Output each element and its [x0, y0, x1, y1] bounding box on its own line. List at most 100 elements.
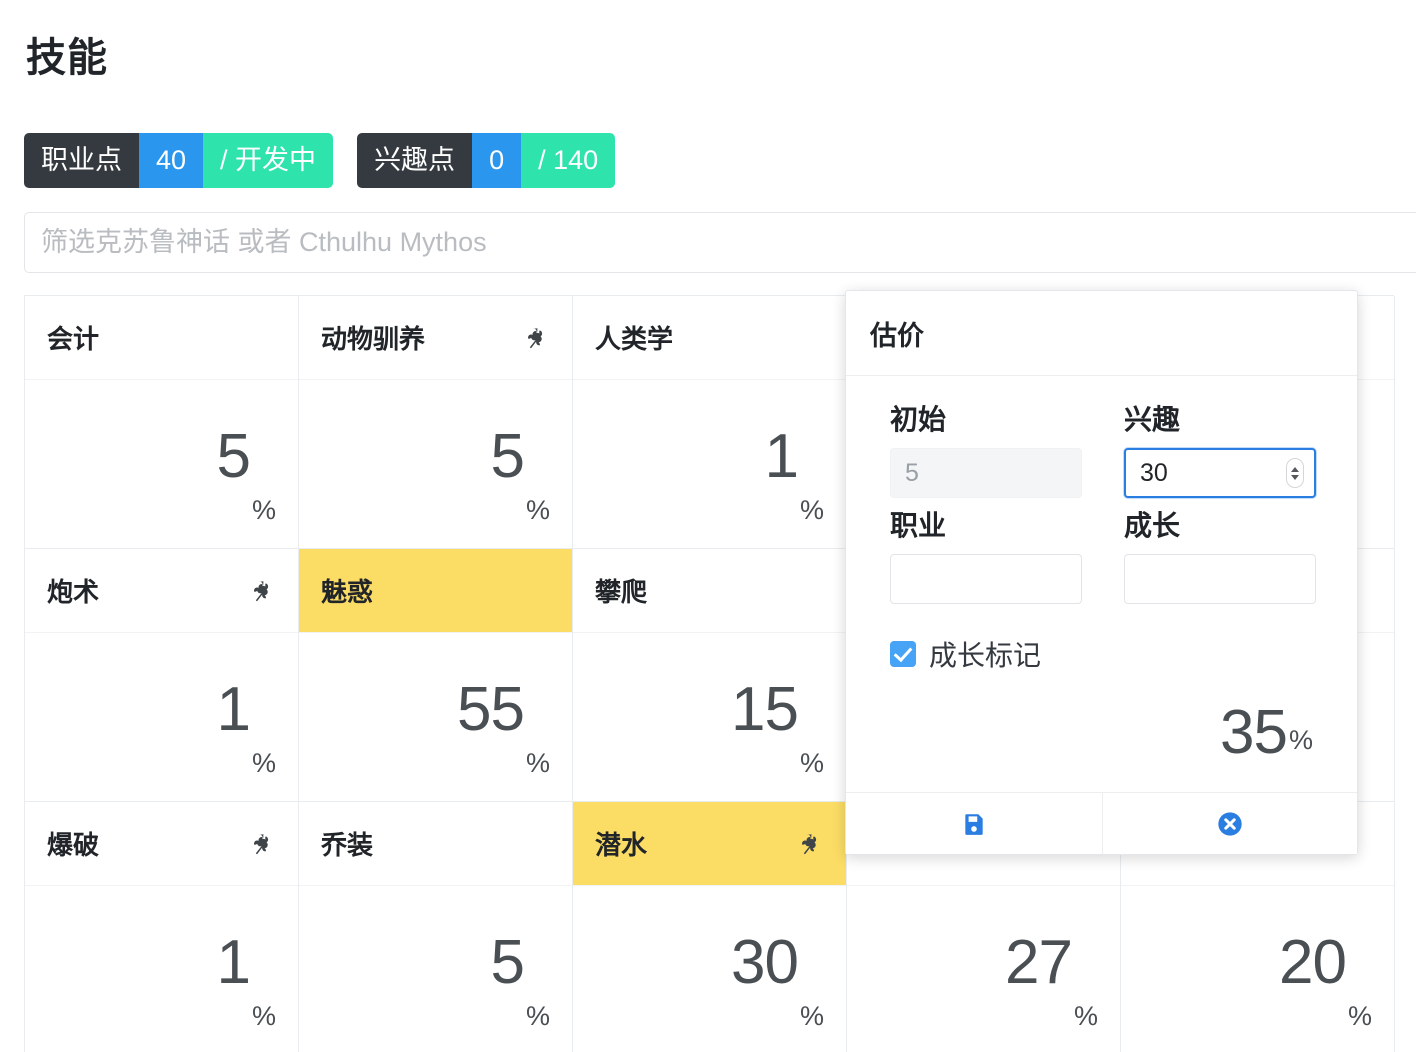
skill-cell-header[interactable]: 动物驯养 — [299, 296, 572, 380]
leaf-icon — [250, 578, 276, 604]
skill-name: 炮术 — [47, 577, 100, 607]
skill-cell[interactable]: 人类学 1% — [573, 296, 847, 549]
field-base-label: 初始 — [890, 404, 947, 435]
skill-value-unit: % — [1347, 1001, 1372, 1031]
growth-flag-row[interactable]: 成长标记 — [890, 634, 1313, 674]
skill-value: 27 — [1005, 928, 1073, 997]
growth-flag-checkbox[interactable] — [890, 641, 916, 667]
skill-value: 20 — [1279, 928, 1347, 997]
skill-name: 动物驯养 — [321, 324, 426, 354]
field-growth-label: 成长 — [1124, 510, 1181, 541]
skill-edit-modal: 估价 初始 兴趣 — [845, 290, 1358, 855]
modal-body: 初始 兴趣 职业 — [846, 376, 1357, 684]
skill-cell-header[interactable]: 潜水 — [573, 802, 846, 886]
skill-cell[interactable]: 炮术 1% — [25, 549, 299, 802]
skill-cell-header[interactable]: 魅惑 — [299, 549, 572, 633]
skill-value-unit: % — [525, 1001, 550, 1031]
growth-flag-label: 成长标记 — [929, 640, 1042, 671]
modal-save-button[interactable] — [846, 793, 1102, 854]
skill-value: 15 — [731, 675, 799, 744]
field-occupation-label: 职业 — [890, 510, 947, 541]
skill-cell[interactable]: 攀爬 15% — [573, 549, 847, 802]
badge-interest-points: 兴趣点 0 / 140 — [357, 133, 616, 188]
skill-cell[interactable]: 会计 5% — [25, 296, 299, 549]
badge-interest-value: 0 — [472, 133, 522, 188]
skill-cell[interactable]: 潜水 30% — [573, 802, 847, 1052]
badge-interest-label: 兴趣点 — [357, 133, 473, 188]
skill-cell[interactable]: 魅惑 55% — [299, 549, 573, 802]
skill-value: 55 — [457, 675, 525, 744]
skill-value-area[interactable]: 1% — [25, 633, 298, 801]
skill-name: 爆破 — [47, 830, 100, 860]
badge-occupation-value: 40 — [139, 133, 204, 188]
skill-cell[interactable]: 动物驯养 5% — [299, 296, 573, 549]
field-growth: 成长 — [1124, 504, 1316, 604]
skill-value-unit: % — [525, 748, 550, 778]
modal-field-row-1: 初始 兴趣 — [890, 398, 1316, 498]
leaf-icon — [798, 831, 824, 857]
skill-value-unit: % — [251, 495, 276, 525]
skill-value-unit: % — [799, 748, 824, 778]
skill-cell-header[interactable]: 爆破 — [25, 802, 298, 886]
skill-value-area[interactable]: 5% — [299, 380, 572, 548]
skill-name: 乔装 — [321, 830, 374, 860]
modal-field-row-2: 职业 成长 — [890, 504, 1316, 604]
modal-title: 估价 — [846, 291, 1357, 376]
skill-cell-header[interactable]: 人类学 — [573, 296, 846, 380]
skill-value: 1 — [216, 928, 251, 997]
field-interest-wrap — [1124, 448, 1316, 498]
skill-value-area[interactable]: 1% — [25, 886, 298, 1052]
skill-name: 潜水 — [595, 830, 648, 860]
skill-value: 5 — [216, 422, 251, 491]
skill-cell[interactable]: 爆破 1% — [25, 802, 299, 1052]
skill-value-area[interactable]: 30% — [573, 886, 846, 1052]
skill-name: 攀爬 — [595, 577, 648, 607]
skill-value: 1 — [216, 675, 251, 744]
badge-occupation-label: 职业点 — [24, 133, 139, 188]
skill-cell-header[interactable]: 攀爬 — [573, 549, 846, 633]
field-base: 初始 — [890, 398, 1082, 498]
modal-total-number: 35 — [1220, 698, 1288, 767]
points-badge-row: 职业点 40 / 开发中 兴趣点 0 / 140 — [24, 133, 616, 188]
skill-value: 30 — [731, 928, 799, 997]
skill-name: 会计 — [47, 324, 100, 354]
skill-value-area[interactable]: 20% — [1121, 886, 1394, 1052]
skill-value-unit: % — [251, 1001, 276, 1031]
leaf-icon — [524, 325, 550, 351]
skill-value: 5 — [490, 928, 525, 997]
field-interest: 兴趣 — [1124, 398, 1316, 498]
modal-total-percent: % — [1288, 725, 1313, 755]
save-floppy-icon — [965, 813, 983, 835]
field-growth-input[interactable] — [1124, 554, 1316, 604]
field-occupation: 职业 — [890, 504, 1082, 604]
skill-value-unit: % — [525, 495, 550, 525]
stepper-up-icon[interactable] — [1291, 466, 1299, 472]
skill-value-area[interactable]: 15% — [573, 633, 846, 801]
skill-value-area[interactable]: 55% — [299, 633, 572, 801]
skill-value-area[interactable]: 5% — [25, 380, 298, 548]
field-occupation-input[interactable] — [890, 554, 1082, 604]
modal-footer — [846, 792, 1357, 854]
skill-filter-input[interactable] — [24, 212, 1416, 273]
skill-value-unit: % — [799, 1001, 824, 1031]
skill-value-unit: % — [1073, 1001, 1098, 1031]
skill-value: 5 — [490, 422, 525, 491]
skill-value-area[interactable]: 27% — [847, 886, 1120, 1052]
skill-cell[interactable]: 乔装 5% — [299, 802, 573, 1052]
skill-cell-header[interactable]: 会计 — [25, 296, 298, 380]
badge-occupation-points: 职业点 40 / 开发中 — [24, 133, 334, 188]
skill-value-area[interactable]: 5% — [299, 886, 572, 1052]
stepper-down-icon[interactable] — [1291, 474, 1299, 480]
modal-cancel-button[interactable] — [1101, 793, 1357, 854]
skill-name: 人类学 — [595, 324, 674, 354]
skills-page: 技能 职业点 40 / 开发中 兴趣点 0 / 140 会计5%动物驯养5%人类… — [0, 0, 1416, 1052]
cancel-circle-x-icon — [1218, 811, 1242, 836]
page-title: 技能 — [26, 36, 108, 80]
skill-cell-header[interactable]: 炮术 — [25, 549, 298, 633]
skill-value-area[interactable]: 1% — [573, 380, 846, 548]
number-stepper[interactable] — [1286, 458, 1304, 488]
skill-name: 魅惑 — [321, 577, 374, 607]
skill-cell-header[interactable]: 乔装 — [299, 802, 572, 886]
skill-value-unit: % — [251, 748, 276, 778]
modal-total-value: 35 % — [846, 684, 1357, 792]
